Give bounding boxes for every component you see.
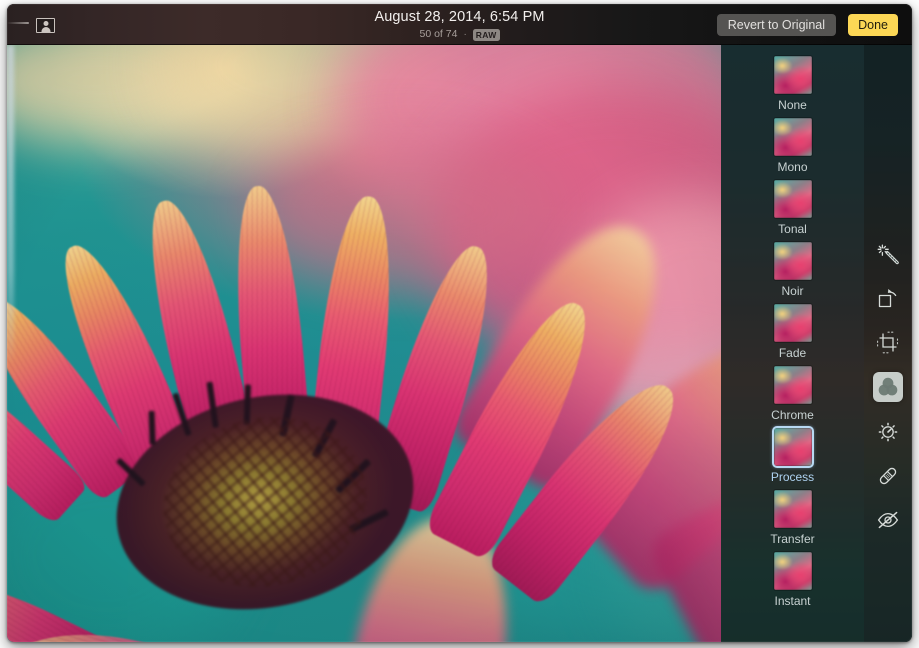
filter-label: Transfer — [770, 532, 815, 546]
filter-item-none[interactable]: None — [721, 56, 864, 112]
content-area: None Mono Tonal Noir Fade Chrome Process Transf… — [7, 45, 912, 642]
filter-thumbnail[interactable] — [773, 304, 812, 342]
filters-panel: None Mono Tonal Noir Fade Chrome Process Transf… — [721, 45, 864, 642]
filter-label: Process — [770, 470, 815, 484]
revert-to-original-button[interactable]: Revert to Original — [716, 14, 836, 36]
filter-item-tonal[interactable]: Tonal — [721, 180, 864, 236]
disc-floret — [311, 418, 338, 459]
retouch-icon[interactable] — [873, 461, 903, 491]
faces-icon[interactable] — [36, 18, 55, 33]
photo-canvas[interactable] — [7, 45, 721, 642]
disc-floret — [348, 508, 390, 534]
tools-rail — [864, 45, 912, 642]
filter-thumbnail[interactable] — [773, 490, 812, 528]
filter-list: None Mono Tonal Noir Fade Chrome Process Transf… — [721, 45, 864, 608]
adjust-icon[interactable] — [873, 417, 903, 447]
photo-left-highlight — [7, 45, 14, 365]
filter-label: Tonal — [778, 222, 807, 236]
filter-thumbnail[interactable] — [773, 428, 812, 466]
filter-item-instant[interactable]: Instant — [721, 552, 864, 608]
filter-thumbnail-image — [773, 56, 812, 94]
rotate-icon[interactable] — [873, 283, 903, 313]
filters-icon[interactable] — [873, 372, 903, 402]
filter-label: Noir — [781, 284, 804, 298]
filter-label: Chrome — [771, 408, 814, 422]
toolbar-divider — [7, 22, 29, 24]
filter-item-mono[interactable]: Mono — [721, 118, 864, 174]
filter-item-chrome[interactable]: Chrome — [721, 366, 864, 422]
filter-label: Instant — [774, 594, 811, 608]
photos-edit-window: August 28, 2014, 6:54 PM 50 of 74 · RAW … — [7, 4, 912, 642]
redeye-icon[interactable] — [873, 505, 903, 535]
filter-thumbnail-image — [773, 428, 812, 466]
filter-thumbnail[interactable] — [773, 552, 812, 590]
filter-thumbnail-image — [773, 242, 812, 280]
filter-item-process[interactable]: Process — [721, 428, 864, 484]
filter-thumbnail-image — [773, 304, 812, 342]
raw-badge: RAW — [472, 28, 500, 41]
filter-thumbnail-image — [773, 490, 812, 528]
enhance-icon[interactable] — [873, 239, 903, 269]
filter-thumbnail[interactable] — [773, 366, 812, 404]
subtitle-separator: · — [463, 29, 467, 40]
filter-label: Mono — [777, 160, 808, 174]
faces-icon-head — [43, 21, 48, 26]
done-button[interactable]: Done — [848, 14, 898, 36]
filter-thumbnail[interactable] — [773, 180, 812, 218]
disc-floret — [279, 394, 295, 437]
filter-item-noir[interactable]: Noir — [721, 242, 864, 298]
photo-image — [7, 45, 721, 642]
filter-thumbnail-image — [773, 180, 812, 218]
filter-label: None — [778, 98, 807, 112]
crop-icon[interactable] — [873, 328, 903, 358]
photo-counter: 50 of 74 — [419, 28, 458, 40]
disc-floret — [148, 410, 156, 445]
filter-thumbnail[interactable] — [773, 242, 812, 280]
bokeh-blob — [257, 135, 557, 285]
filter-thumbnail-image — [773, 118, 812, 156]
filter-item-fade[interactable]: Fade — [721, 304, 864, 360]
filter-thumbnail[interactable] — [773, 118, 812, 156]
disc-floret — [334, 458, 372, 494]
filter-item-transfer[interactable]: Transfer — [721, 490, 864, 546]
filter-label: Fade — [778, 346, 807, 360]
disc-floret — [243, 384, 252, 425]
toolbar: August 28, 2014, 6:54 PM 50 of 74 · RAW … — [7, 4, 912, 45]
filter-thumbnail[interactable] — [773, 56, 812, 94]
filter-thumbnail-image — [773, 552, 812, 590]
filter-thumbnail-image — [773, 366, 812, 404]
faces-icon-body — [41, 27, 50, 32]
